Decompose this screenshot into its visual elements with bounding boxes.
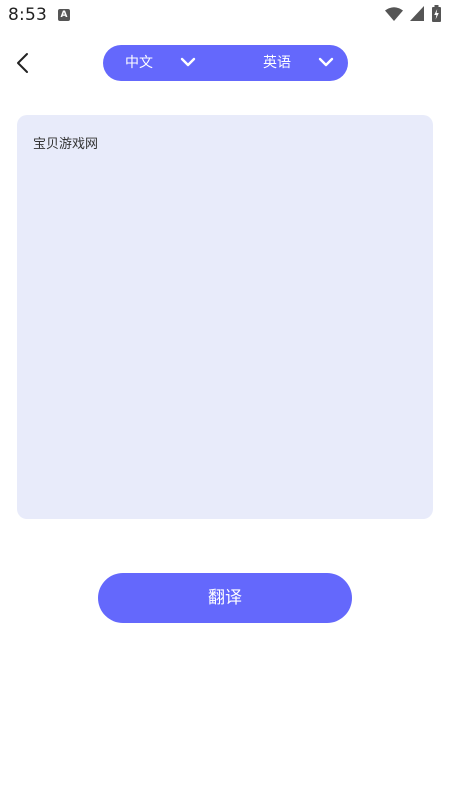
- cellular-signal-icon: [410, 6, 424, 21]
- chevron-down-icon[interactable]: [180, 56, 196, 68]
- notification-app-icon: A: [58, 9, 70, 21]
- source-text-input[interactable]: 宝贝游戏网: [17, 115, 433, 519]
- battery-charging-icon: [432, 5, 441, 22]
- language-switcher: 中文 英语: [103, 45, 348, 81]
- wifi-icon: [385, 7, 403, 21]
- source-text-value: 宝贝游戏网: [33, 137, 99, 152]
- status-bar: 8:53 A: [0, 0, 450, 30]
- back-button[interactable]: [12, 50, 34, 76]
- source-language-selector[interactable]: 中文: [125, 45, 153, 81]
- target-language-selector[interactable]: 英语: [263, 45, 291, 81]
- chevron-down-icon[interactable]: [318, 56, 334, 68]
- translate-screen: 8:53 A 中文 英语 宝贝游戏网 翻译: [0, 0, 450, 800]
- translate-button[interactable]: 翻译: [98, 573, 352, 623]
- status-time: 8:53: [8, 5, 47, 25]
- chevron-left-icon: [17, 53, 28, 73]
